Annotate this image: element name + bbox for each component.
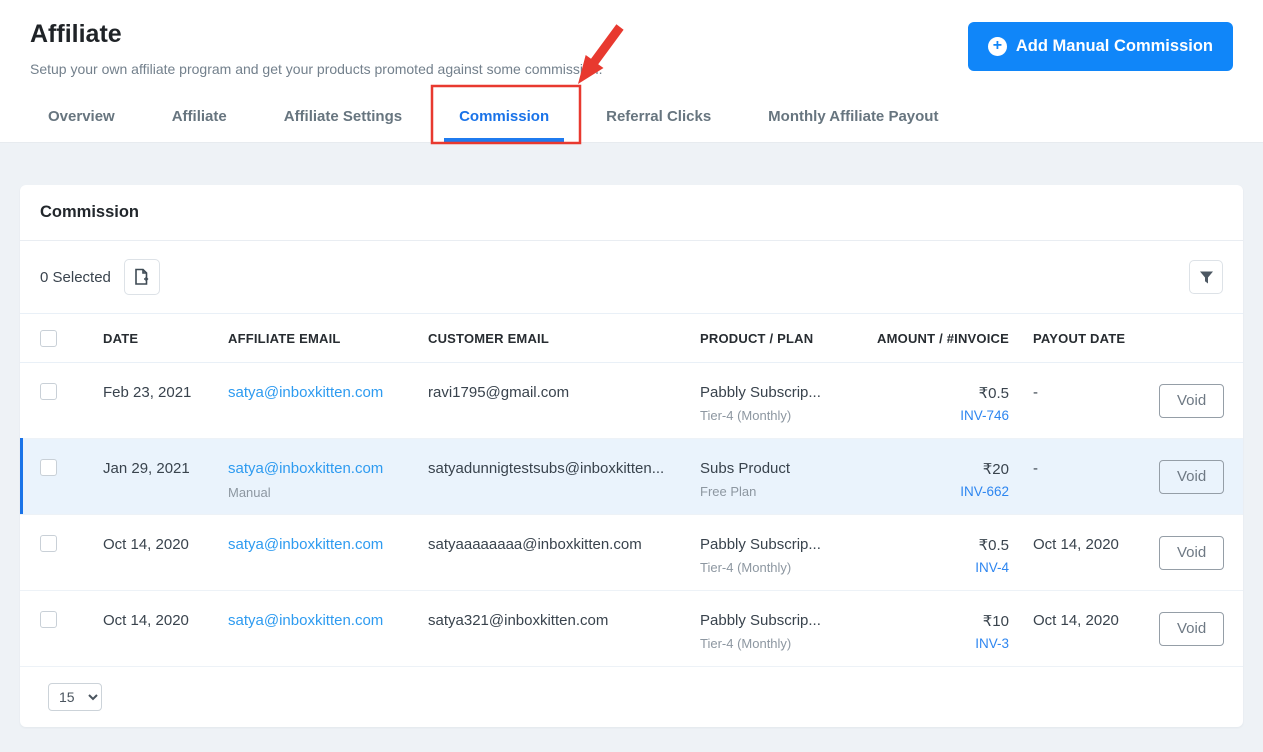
tab-commission[interactable]: Commission: [444, 96, 565, 142]
customer-email-cell: satyadunnigtestsubs@inboxkitten...: [428, 460, 665, 477]
plan-cell: Tier-4 (Monthly): [700, 560, 792, 575]
plan-cell: Tier-4 (Monthly): [700, 636, 792, 651]
select-all-checkbox[interactable]: [40, 329, 57, 347]
invoice-link[interactable]: INV-3: [975, 636, 1009, 651]
affiliate-note: Manual: [228, 485, 271, 500]
filter-funnel-icon: [1199, 271, 1213, 283]
tab-bar: Overview Affiliate Affiliate Settings Co…: [33, 96, 953, 142]
add-manual-commission-label: Add Manual Commission: [1015, 37, 1213, 55]
payout-date-cell: -: [1033, 460, 1038, 477]
tab-overview[interactable]: Overview: [33, 96, 130, 142]
plus-circle-icon: +: [987, 37, 1007, 56]
payout-date-cell: -: [1033, 384, 1038, 401]
table-row: Feb 23, 2021 satya@inboxkitten.com ravi1…: [20, 363, 1243, 439]
amount-cell: ₹0.5: [978, 385, 1009, 402]
row-checkbox[interactable]: [40, 383, 57, 400]
table-row: Oct 14, 2020 satya@inboxkitten.com satya…: [20, 515, 1243, 591]
amount-cell: ₹0.5: [978, 537, 1009, 554]
affiliate-email-link[interactable]: satya@inboxkitten.com: [228, 536, 383, 553]
customer-email-cell: satya321@inboxkitten.com: [428, 612, 609, 629]
plan-cell: Tier-4 (Monthly): [700, 408, 792, 423]
void-button[interactable]: Void: [1159, 611, 1225, 646]
table-footer: 15: [20, 667, 1243, 727]
commission-panel: Commission 0 Selected DATE AFFILIATE EMA…: [20, 185, 1243, 727]
affiliate-email-link[interactable]: satya@inboxkitten.com: [228, 384, 383, 401]
date-cell: Jan 29, 2021: [103, 460, 190, 477]
affiliate-email-link[interactable]: satya@inboxkitten.com: [228, 460, 383, 477]
col-header-customer-email: CUSTOMER EMAIL: [428, 330, 550, 346]
col-header-date: DATE: [103, 330, 139, 346]
add-manual-commission-button[interactable]: + Add Manual Commission: [967, 22, 1233, 71]
date-cell: Feb 23, 2021: [103, 384, 192, 401]
payout-date-cell: Oct 14, 2020: [1033, 612, 1119, 629]
table-row-selected: Jan 29, 2021 satya@inboxkitten.com Manua…: [20, 438, 1243, 515]
page-subtitle: Setup your own affiliate program and get…: [30, 61, 603, 77]
amount-cell: ₹20: [982, 461, 1009, 478]
invoice-link[interactable]: INV-662: [960, 484, 1009, 499]
tab-monthly-affiliate-payout[interactable]: Monthly Affiliate Payout: [753, 96, 953, 142]
col-header-amount-invoice: AMOUNT / #INVOICE: [877, 330, 1009, 346]
page-size-select[interactable]: 15: [48, 683, 102, 711]
void-button[interactable]: Void: [1159, 459, 1225, 494]
table-header-row: DATE AFFILIATE EMAIL CUSTOMER EMAIL PROD…: [20, 313, 1243, 363]
col-header-affiliate-email: AFFILIATE EMAIL: [228, 330, 341, 346]
invoice-link[interactable]: INV-746: [960, 408, 1009, 423]
plan-cell: Free Plan: [700, 484, 757, 499]
product-cell: Subs Product: [700, 460, 791, 477]
table-toolbar: 0 Selected: [20, 241, 1243, 313]
panel-title: Commission: [20, 185, 1243, 241]
product-cell: Pabbly Subscrip...: [700, 612, 821, 629]
page-header: Affiliate Setup your own affiliate progr…: [0, 0, 1263, 143]
affiliate-email-link[interactable]: satya@inboxkitten.com: [228, 612, 383, 629]
tab-referral-clicks[interactable]: Referral Clicks: [591, 96, 726, 142]
export-button[interactable]: [123, 259, 160, 295]
export-file-icon: [135, 268, 149, 285]
product-cell: Pabbly Subscrip...: [700, 536, 821, 553]
payout-date-cell: Oct 14, 2020: [1033, 536, 1119, 553]
col-header-product-plan: PRODUCT / PLAN: [700, 330, 814, 346]
tab-affiliate[interactable]: Affiliate: [157, 96, 242, 142]
page-title: Affiliate: [30, 20, 122, 48]
void-button[interactable]: Void: [1159, 535, 1225, 570]
tab-affiliate-settings[interactable]: Affiliate Settings: [269, 96, 417, 142]
col-header-payout-date: PAYOUT DATE: [1033, 330, 1126, 346]
row-checkbox[interactable]: [40, 459, 57, 476]
row-checkbox[interactable]: [40, 535, 57, 552]
date-cell: Oct 14, 2020: [103, 612, 189, 629]
date-cell: Oct 14, 2020: [103, 536, 189, 553]
void-button[interactable]: Void: [1159, 383, 1225, 418]
product-cell: Pabbly Subscrip...: [700, 384, 821, 401]
filter-button[interactable]: [1189, 260, 1223, 294]
table-row: Oct 14, 2020 satya@inboxkitten.com satya…: [20, 591, 1243, 667]
customer-email-cell: satyaaaaaaaa@inboxkitten.com: [428, 536, 642, 553]
selected-count: 0 Selected: [40, 268, 111, 286]
row-checkbox[interactable]: [40, 611, 57, 628]
invoice-link[interactable]: INV-4: [975, 560, 1009, 575]
amount-cell: ₹10: [982, 613, 1009, 630]
customer-email-cell: ravi1795@gmail.com: [428, 384, 570, 401]
